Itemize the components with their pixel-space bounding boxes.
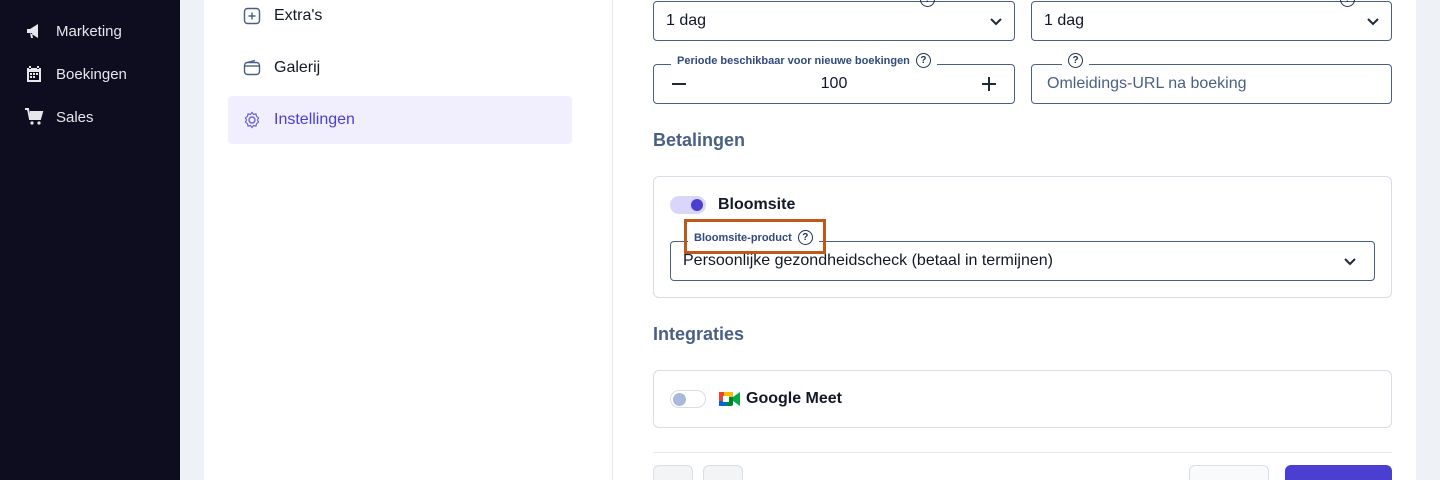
- minus-icon[interactable]: [670, 75, 688, 93]
- min-time-cancel-value: 1 dag: [1044, 12, 1085, 29]
- help-icon[interactable]: ?: [915, 53, 931, 68]
- min-time-value: 1 dag: [666, 12, 707, 29]
- footer-divider: [653, 452, 1392, 453]
- integrations-title: Integraties: [653, 324, 745, 344]
- chevron-down-icon: [1344, 258, 1356, 266]
- toggle-knob: [691, 199, 703, 211]
- period-label: Periode beschikbaar voor nieuwe boekinge…: [671, 53, 937, 68]
- gear-icon: [244, 111, 260, 129]
- period-stepper[interactable]: 100: [653, 64, 1015, 104]
- plus-square-icon: [243, 7, 261, 25]
- min-time-cancel-select[interactable]: 1 dag: [1031, 1, 1392, 41]
- megaphone-icon: [27, 24, 38, 38]
- google-meet-toggle[interactable]: [670, 390, 706, 408]
- preview-button[interactable]: [653, 465, 693, 480]
- menu-item-galerij[interactable]: Galerij: [228, 44, 572, 92]
- sidebar-item-sales[interactable]: Sales: [24, 107, 94, 127]
- save-button[interactable]: [1285, 465, 1392, 480]
- sidebar: Marketing Boekingen Sales: [0, 0, 180, 480]
- period-label-text: Periode beschikbaar voor nieuwe boekinge…: [677, 54, 910, 67]
- chevron-down-icon: [1367, 18, 1379, 26]
- google-meet-label: Google Meet: [746, 390, 843, 407]
- menu-item-label: Extra's: [274, 7, 323, 24]
- min-time-select[interactable]: 1 dag: [653, 1, 1015, 41]
- menu-item-label: Instellingen: [274, 111, 355, 128]
- sidebar-item-marketing[interactable]: Marketing: [24, 21, 122, 41]
- copy-button[interactable]: [703, 465, 743, 480]
- sidebar-item-label: Marketing: [56, 22, 122, 40]
- sidebar-item-label: Sales: [56, 108, 94, 126]
- highlight-box: [684, 219, 826, 254]
- cart-icon: [25, 108, 44, 125]
- bloomsite-product-value: Persoonlijke gezondheidscheck (betaal in…: [683, 252, 1053, 269]
- plus-icon[interactable]: [980, 75, 998, 93]
- payments-title: Betalingen: [653, 130, 746, 150]
- help-icon[interactable]: ?: [1068, 53, 1083, 68]
- toggle-knob: [673, 393, 686, 406]
- menu-item-label: Galerij: [274, 59, 321, 76]
- bloomsite-label: Bloomsite: [718, 196, 796, 213]
- sidebar-item-boekingen[interactable]: Boekingen: [24, 64, 127, 84]
- google-meet-icon: [719, 392, 740, 406]
- wallet-icon: [243, 59, 261, 76]
- calendar-icon: [27, 66, 41, 82]
- menu-item-instellingen[interactable]: Instellingen: [228, 96, 572, 144]
- chevron-down-icon: [990, 18, 1002, 26]
- close-button[interactable]: [1189, 465, 1269, 480]
- bloomsite-toggle[interactable]: [670, 196, 706, 214]
- redirect-url-input[interactable]: Omleidings-URL na boeking: [1031, 64, 1392, 104]
- column-divider: [612, 0, 613, 480]
- redirect-url-label: ?: [1062, 53, 1089, 68]
- redirect-url-placeholder: Omleidings-URL na boeking: [1047, 75, 1247, 92]
- period-value: 100: [820, 75, 848, 92]
- menu-item-extras[interactable]: Extra's: [228, 0, 572, 40]
- sidebar-item-label: Boekingen: [56, 65, 127, 83]
